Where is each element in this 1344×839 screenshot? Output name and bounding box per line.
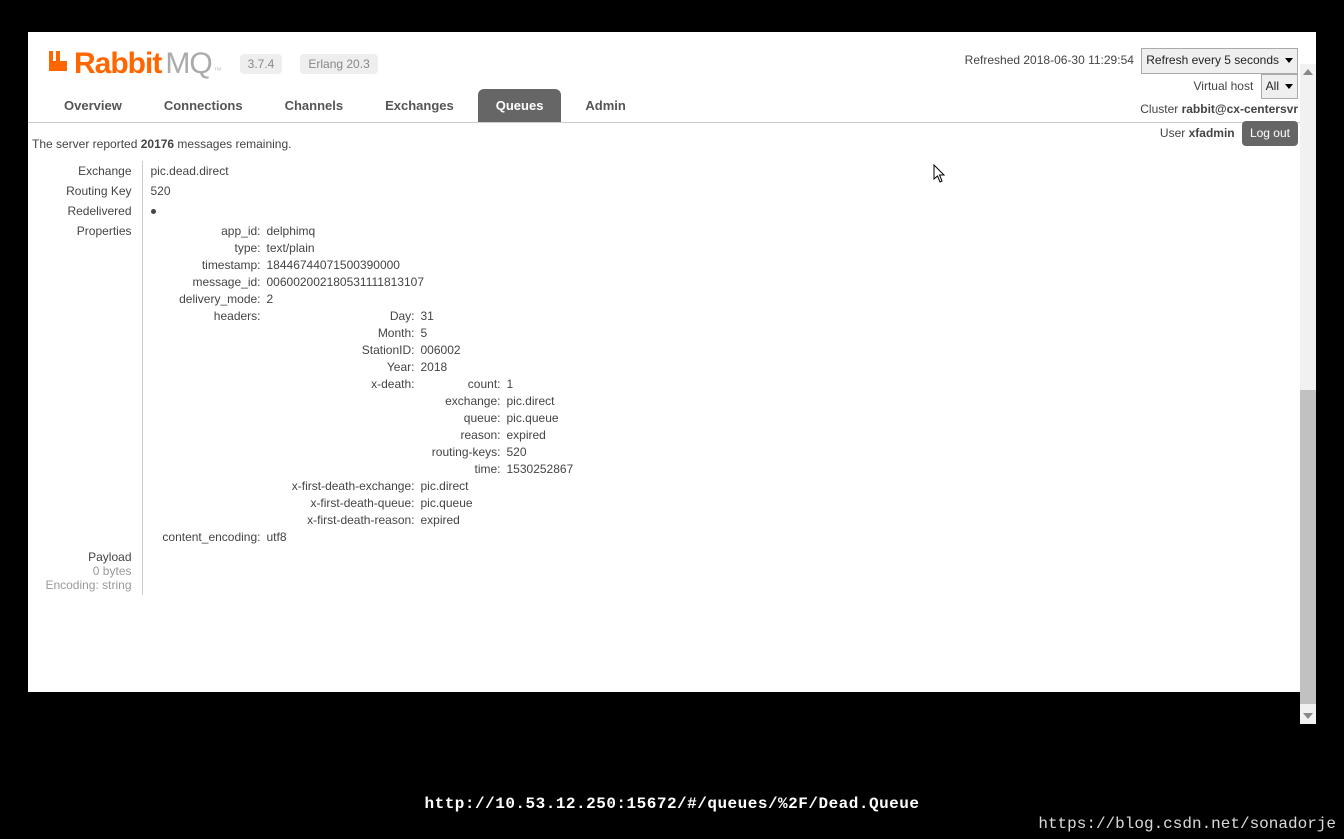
- vhost-label: Virtual host: [1194, 79, 1254, 93]
- logo-text-rabbit: Rabbit: [74, 47, 161, 81]
- hdr-stationid-label: StationID:: [267, 343, 415, 357]
- hdr-year-label: Year:: [267, 360, 415, 374]
- rabbitmq-logo: RabbitMQ™: [46, 47, 222, 81]
- chevron-down-icon: [1303, 713, 1313, 719]
- refreshed-timestamp: 2018-06-30 11:29:54: [1023, 53, 1134, 67]
- xd-count: 1: [507, 377, 574, 391]
- scrollbar[interactable]: [1300, 64, 1316, 724]
- exchange-label: Exchange: [32, 161, 142, 181]
- hdr-day-label: Day:: [267, 309, 415, 323]
- xd-time: 1530252867: [507, 462, 574, 476]
- tab-overview[interactable]: Overview: [46, 89, 140, 122]
- cluster-name: rabbit@cx-centersvr: [1182, 102, 1298, 116]
- payload-bytes: 0 bytes: [36, 564, 132, 578]
- prop-content-encoding: utf8: [267, 530, 574, 544]
- exchange-value: pic.dead.direct: [142, 161, 581, 181]
- payload-label-cell: Payload 0 bytes Encoding: string: [32, 547, 142, 595]
- tab-connections[interactable]: Connections: [146, 89, 261, 122]
- hdr-xfdr-label: x-first-death-reason:: [267, 513, 415, 527]
- page: RabbitMQ™ 3.7.4 Erlang 20.3 Refreshed 20…: [28, 32, 1316, 692]
- rabbitmq-icon: [46, 49, 70, 73]
- scroll-down-button[interactable]: [1300, 708, 1316, 724]
- user-name: xfadmin: [1189, 126, 1235, 140]
- xd-time-label: time:: [421, 462, 501, 476]
- prop-headers-label: headers:: [151, 309, 261, 527]
- xd-reason: expired: [507, 428, 574, 442]
- routing-key-value: 520: [142, 181, 581, 201]
- content: The server reported 20176 messages remai…: [28, 123, 1316, 595]
- hdr-xfdq: pic.queue: [421, 496, 574, 510]
- chevron-down-icon: [1285, 84, 1293, 89]
- redelivered-value: [142, 201, 581, 221]
- xd-queue: pic.queue: [507, 411, 574, 425]
- prop-delivery-mode-label: delivery_mode:: [151, 292, 261, 306]
- hdr-month-label: Month:: [267, 326, 415, 340]
- status-block: Refreshed 2018-06-30 11:29:54 Refresh ev…: [965, 48, 1298, 146]
- hdr-stationid: 006002: [421, 343, 574, 357]
- properties-label: Properties: [32, 221, 142, 547]
- prop-message-id-label: message_id:: [151, 275, 261, 289]
- hdr-year: 2018: [421, 360, 574, 374]
- xd-count-label: count:: [421, 377, 501, 391]
- xd-exchange: pic.direct: [507, 394, 574, 408]
- tab-channels[interactable]: Channels: [267, 89, 362, 122]
- properties-cell: app_id: delphimq type: text/plain timest…: [142, 221, 581, 547]
- tab-admin[interactable]: Admin: [567, 89, 643, 122]
- message-details-table: Exchange pic.dead.direct Routing Key 520…: [32, 161, 581, 595]
- logout-button[interactable]: Log out: [1242, 121, 1298, 147]
- xd-exchange-label: exchange:: [421, 394, 501, 408]
- cluster-label: Cluster: [1140, 102, 1181, 116]
- hdr-xfdr: expired: [421, 513, 574, 527]
- user-label: User: [1160, 126, 1189, 140]
- refresh-mode-select[interactable]: Refresh every 5 seconds: [1141, 48, 1298, 74]
- prop-message-id: 006002002180531111813107: [267, 275, 574, 289]
- prop-headers: Day: 31 Month: 5 StationID: 006002 Year:…: [267, 309, 574, 527]
- chevron-down-icon: [1285, 58, 1293, 63]
- hdr-month: 5: [421, 326, 574, 340]
- xd-queue-label: queue:: [421, 411, 501, 425]
- routing-key-label: Routing Key: [32, 181, 142, 201]
- chevron-up-icon: [1303, 69, 1313, 75]
- prop-type-label: type:: [151, 241, 261, 255]
- footer-url: http://10.53.12.250:15672/#/queues/%2F/D…: [0, 795, 1344, 813]
- scroll-up-button[interactable]: [1300, 64, 1316, 80]
- prop-content-encoding-label: content_encoding:: [151, 530, 261, 544]
- xd-routingkeys: 520: [507, 445, 574, 459]
- hdr-xdeath-label: x-death:: [267, 377, 415, 476]
- bullet-icon: [151, 209, 156, 214]
- erlang-version-badge: Erlang 20.3: [300, 54, 377, 74]
- hdr-day: 31: [421, 309, 574, 323]
- refreshed-label: Refreshed: [965, 53, 1024, 67]
- hdr-xdeath: count: 1 exchange: pic.direct queue: pic…: [421, 377, 574, 476]
- prop-timestamp: 18446744071500390000: [267, 258, 574, 272]
- tab-queues[interactable]: Queues: [478, 89, 562, 122]
- redelivered-label: Redelivered: [32, 201, 142, 221]
- hdr-xfde-label: x-first-death-exchange:: [267, 479, 415, 493]
- scrollbar-thumb[interactable]: [1300, 390, 1316, 704]
- prop-app-id-label: app_id:: [151, 224, 261, 238]
- xd-routingkeys-label: routing-keys:: [421, 445, 501, 459]
- logo-tm: ™: [214, 66, 222, 75]
- xd-reason-label: reason:: [421, 428, 501, 442]
- hdr-xfde: pic.direct: [421, 479, 574, 493]
- rabbit-version-badge: 3.7.4: [240, 54, 283, 74]
- payload-encoding: Encoding: string: [36, 578, 132, 592]
- payload-label: Payload: [36, 550, 132, 564]
- prop-app-id: delphimq: [267, 224, 574, 238]
- hdr-xfdq-label: x-first-death-queue:: [267, 496, 415, 510]
- prop-delivery-mode: 2: [267, 292, 574, 306]
- logo-text-mq: MQ: [165, 47, 211, 81]
- prop-type: text/plain: [267, 241, 574, 255]
- vhost-value: All: [1266, 79, 1279, 93]
- remaining-count: 20176: [141, 137, 174, 151]
- vhost-select[interactable]: All: [1261, 74, 1298, 100]
- refresh-mode-value: Refresh every 5 seconds: [1146, 53, 1279, 67]
- prop-timestamp-label: timestamp:: [151, 258, 261, 272]
- watermark: https://blog.csdn.net/sonadorje: [1038, 815, 1336, 833]
- tab-exchanges[interactable]: Exchanges: [367, 89, 472, 122]
